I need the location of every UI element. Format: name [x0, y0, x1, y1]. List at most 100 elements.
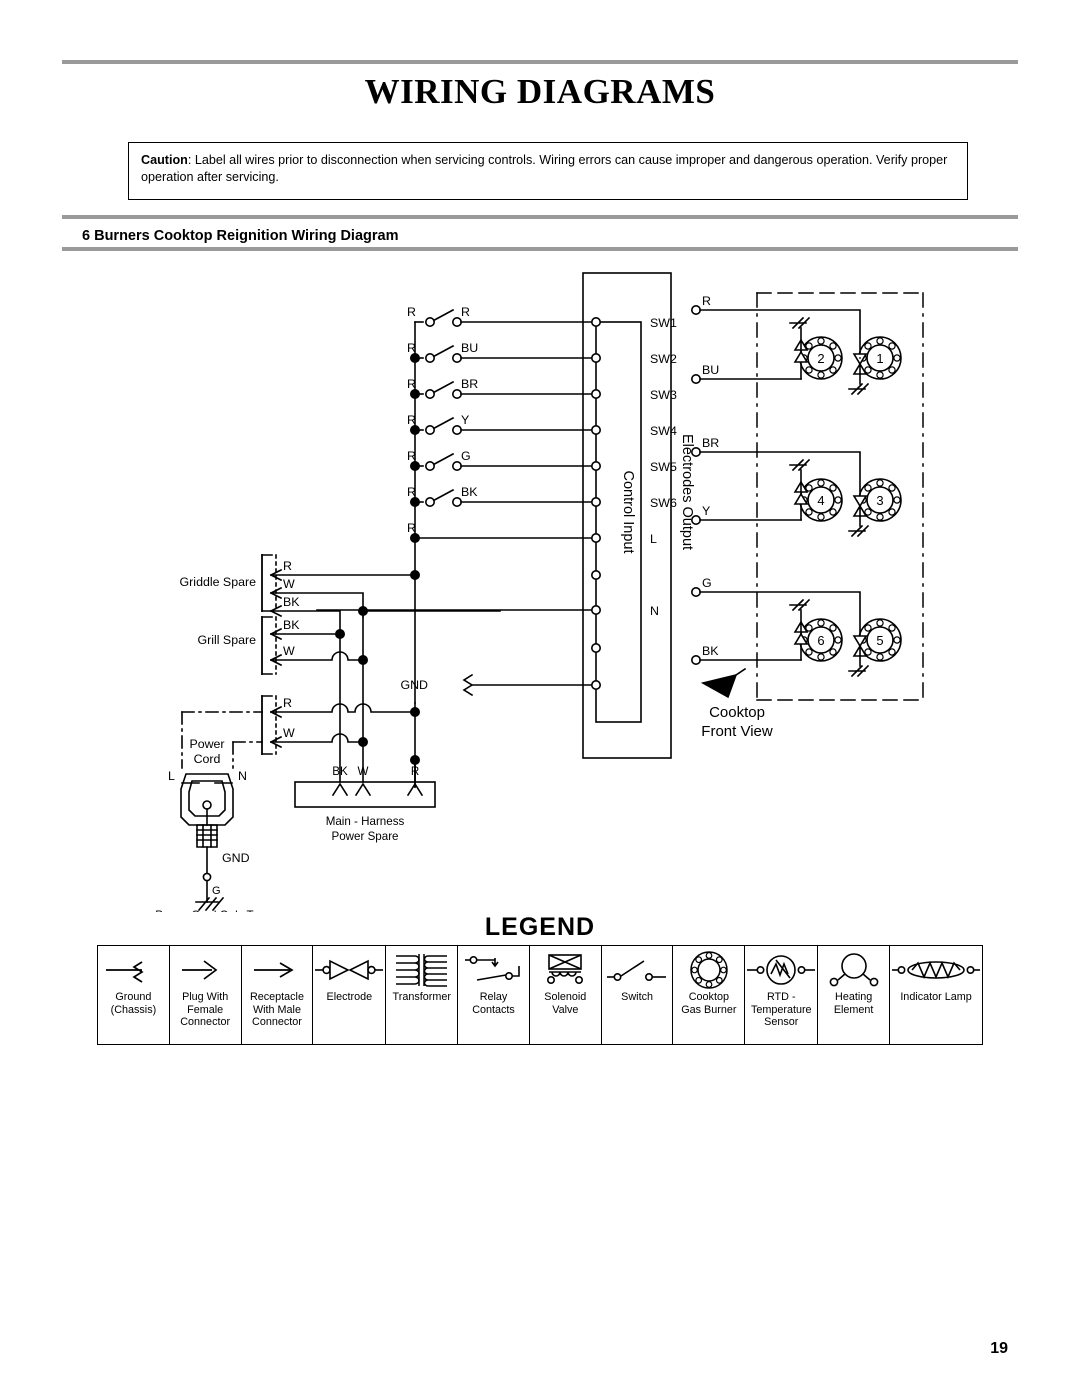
electrode-output-label-y: Y — [702, 504, 710, 518]
legend-item-heating-element: Heating Element — [818, 946, 891, 1044]
harness-wire-bk: BK — [332, 765, 348, 778]
griddle-wire-w: W — [283, 577, 295, 591]
switch-label-left-4: R — [407, 413, 416, 427]
pin-label-sw3: SW3 — [650, 388, 677, 402]
pin-label-sw6: SW6 — [650, 496, 677, 510]
electrode-output-label-bk: BK — [702, 644, 719, 658]
legend-label-plug-2: Female — [187, 1003, 224, 1016]
switch-label-right-6: BK — [461, 485, 478, 499]
legend-label-ground-1: Ground — [115, 991, 152, 1003]
receptacle-male-icon — [246, 949, 308, 991]
legend-item-cooktop-gas-burner: Cooktop Gas Burner — [673, 946, 746, 1044]
power-cord-note-1: Power Cord Only To — [155, 909, 259, 912]
power-cord-label-2: Cord — [194, 752, 221, 766]
pin-label-sw2: SW2 — [650, 352, 677, 366]
switch-label-left-7: R — [407, 521, 416, 535]
legend-item-transformer: Transformer — [386, 946, 459, 1044]
power-cord-terminal-n: N — [238, 769, 247, 783]
pin-label-sw5: SW5 — [650, 460, 677, 474]
section-rule-bottom — [62, 247, 1018, 251]
griddle-wire-bk: BK — [283, 595, 300, 609]
switch-label-right-1: R — [461, 305, 470, 319]
grill-wire-w: W — [283, 644, 295, 658]
electrode-icon — [313, 949, 385, 991]
legend-label-recept-3: Connector — [252, 1016, 302, 1029]
legend-table: Ground (Chassis) Plug With Female Connec… — [97, 945, 983, 1045]
burner-number-1: 1 — [876, 351, 883, 366]
harness-wire-r: R — [411, 765, 419, 778]
power-cord-terminal-l: L — [168, 769, 175, 783]
indicator-lamp-icon — [890, 949, 982, 991]
burner-number-5: 5 — [876, 633, 883, 648]
griddle-wire-r: R — [283, 559, 292, 573]
legend-label-rtd-3: Sensor — [764, 1016, 799, 1029]
switch-label-left-1: R — [407, 305, 416, 319]
caution-label: Caution — [141, 153, 188, 167]
grill-spare-label: Grill Spare — [197, 633, 256, 647]
legend-label-solenoid-2: Valve — [552, 1003, 579, 1016]
cooktop-view-label-1: Cooktop — [709, 704, 765, 721]
control-input-label: Control Input — [620, 470, 636, 553]
switch-label-left-2: R — [407, 341, 416, 355]
pin-label-sw1: SW1 — [650, 316, 677, 330]
plug-female-icon — [174, 949, 236, 991]
legend-item-rtd-sensor: RTD - Temperature Sensor — [745, 946, 819, 1044]
legend-label-plug-1: Plug With — [182, 991, 229, 1003]
rtd-sensor-icon — [745, 949, 817, 991]
switch-label-right-4: Y — [461, 413, 469, 427]
legend-label-ground-2: (Chassis) — [110, 1003, 157, 1016]
electrode-output-label-br: BR — [702, 436, 719, 450]
heating-element-icon — [823, 949, 885, 991]
switch-label-left-5: R — [407, 449, 416, 463]
burner-number-6: 6 — [817, 633, 824, 648]
electrodes-output-label: Electrodes Output — [679, 434, 695, 550]
caution-box: Caution: Label all wires prior to discon… — [128, 142, 968, 200]
solenoid-valve-icon — [537, 949, 593, 991]
power-cord-label-1: Power — [189, 737, 224, 751]
legend-item-electrode: Electrode — [313, 946, 387, 1044]
top-rule — [62, 60, 1018, 64]
caution-body: : Label all wires prior to disconnection… — [141, 153, 948, 184]
ground-chassis-icon — [102, 949, 164, 991]
legend-item-indicator-lamp: Indicator Lamp — [890, 946, 982, 1044]
main-harness-label-2: Power Spare — [331, 830, 398, 843]
legend-label-plug-3: Connector — [180, 1016, 231, 1029]
wiring-diagram-svg: R R R R R R R R BU BR Y G BK SW1 SW2 SW3… — [155, 272, 924, 912]
transformer-icon — [391, 949, 453, 991]
caution-text: Caution: Label all wires prior to discon… — [141, 152, 953, 186]
section-rule-top — [62, 215, 1018, 219]
legend-item-plug-female: Plug With Female Connector — [170, 946, 242, 1044]
cooktop-view-label-2: Front View — [701, 723, 773, 740]
legend-label-burner-2: Gas Burner — [681, 1003, 737, 1016]
burner-number-3: 3 — [876, 493, 883, 508]
burner-number-2: 2 — [817, 351, 824, 366]
electrode-output-label-bu: BU — [702, 363, 719, 377]
legend-label-rtd-2: Temperature — [750, 1003, 812, 1016]
legend-label-relay-2: Contacts — [472, 1003, 515, 1016]
page-title: WIRING DIAGRAMS — [364, 72, 716, 111]
legend-label-recept-1: Receptacle — [249, 991, 304, 1003]
legend-label-heating-2: Element — [833, 1003, 874, 1016]
pin-label-sw4: SW4 — [650, 424, 677, 438]
legend-label-burner-1: Cooktop — [688, 991, 729, 1003]
burner-number-4: 4 — [817, 493, 824, 508]
switch-label-right-2: BU — [461, 341, 478, 355]
griddle-spare-label: Griddle Spare — [180, 575, 257, 589]
relay-contacts-icon — [461, 949, 527, 991]
switch-label-right-5: G — [461, 449, 471, 463]
legend-item-relay-contacts: Relay Contacts — [458, 946, 530, 1044]
pin-label-l: L — [650, 532, 657, 546]
legend-label-switch: Switch — [621, 991, 653, 1003]
manual-page: WIRING DIAGRAMS Caution: Label all wires… — [0, 0, 1080, 1397]
grill-wire-bk: BK — [283, 618, 300, 632]
legend-label-heating-1: Heating — [835, 991, 873, 1003]
power-cord-gnd-label: GND — [222, 851, 250, 865]
power-cord-ground-letter: G — [212, 885, 221, 897]
page-number: 19 — [990, 1340, 1008, 1357]
legend-label-recept-2: With Male — [252, 1003, 301, 1016]
legend-item-switch: Switch — [602, 946, 674, 1044]
cord-wire-w: W — [283, 726, 295, 740]
harness-wire-w: W — [358, 765, 369, 778]
legend-label-solenoid-1: Solenoid — [544, 991, 587, 1003]
switch-label-left-3: R — [407, 377, 416, 391]
